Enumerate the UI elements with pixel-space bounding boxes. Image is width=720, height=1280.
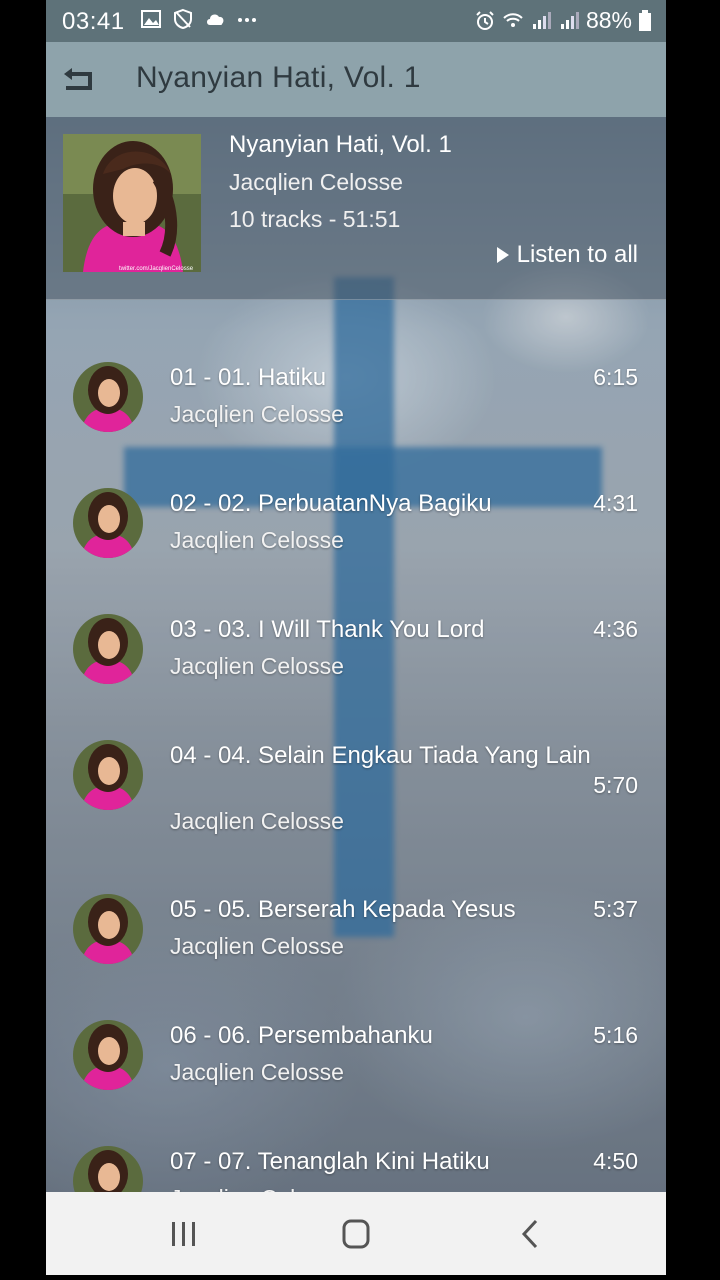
track-duration: 6:15 bbox=[593, 364, 638, 390]
phone-screen: 03:41 88% Nyanyian Hati, Vol. 1 twitter.… bbox=[46, 0, 666, 1275]
more-dots-icon bbox=[238, 18, 256, 22]
track-row[interactable]: 06 - 06. Persembahanku 5:16 Jacqlien Cel… bbox=[46, 1020, 666, 1130]
track-duration: 5:16 bbox=[593, 1022, 638, 1048]
track-artist: Jacqlien Celosse bbox=[170, 527, 344, 553]
track-row[interactable]: 04 - 04. Selain Engkau Tiada Yang Lain 5… bbox=[46, 740, 666, 880]
album-artist: Jacqlien Celosse bbox=[229, 169, 403, 195]
play-icon bbox=[496, 247, 509, 263]
signal-icon bbox=[560, 11, 579, 29]
track-duration: 5:37 bbox=[593, 896, 638, 922]
track-title: 05 - 05. Berserah Kepada Yesus bbox=[170, 896, 516, 923]
battery-icon bbox=[639, 9, 651, 31]
track-artist: Jacqlien Celosse bbox=[170, 653, 344, 679]
alarm-icon bbox=[476, 10, 494, 30]
track-row[interactable]: 02 - 02. PerbuatanNya Bagiku 4:31 Jacqli… bbox=[46, 488, 666, 598]
track-thumbnail bbox=[73, 894, 143, 964]
track-artist: Jacqlien Celosse bbox=[170, 401, 344, 427]
track-artist: Jacqlien Celosse bbox=[170, 1059, 344, 1085]
track-thumbnail bbox=[73, 1020, 143, 1090]
status-bar: 03:41 88% bbox=[46, 0, 666, 42]
system-nav-bar bbox=[46, 1192, 666, 1275]
recent-apps-icon[interactable] bbox=[164, 1216, 204, 1252]
album-title: Nyanyian Hati, Vol. 1 bbox=[229, 131, 452, 158]
status-system-icons: 88% bbox=[474, 7, 652, 34]
cover-watermark: twitter.com/JacqlienCelosse bbox=[119, 266, 194, 272]
home-icon[interactable] bbox=[336, 1216, 376, 1252]
listen-to-all-button[interactable]: Listen to all bbox=[496, 241, 638, 269]
track-thumbnail bbox=[73, 614, 143, 684]
listen-to-all-label: Listen to all bbox=[516, 241, 638, 268]
cloud-icon bbox=[207, 14, 224, 25]
track-title: 02 - 02. PerbuatanNya Bagiku bbox=[170, 490, 492, 517]
track-duration: 4:36 bbox=[593, 616, 638, 642]
track-title: 07 - 07. Tenanglah Kini Hatiku bbox=[170, 1148, 490, 1175]
track-title: 01 - 01. Hatiku bbox=[170, 364, 327, 391]
album-header: twitter.com/JacqlienCelosse Nyanyian Hat… bbox=[46, 117, 666, 300]
app-bar: Nyanyian Hati, Vol. 1 bbox=[46, 42, 666, 117]
page-title: Nyanyian Hati, Vol. 1 bbox=[136, 61, 421, 94]
back-icon[interactable] bbox=[510, 1216, 550, 1252]
track-thumbnail bbox=[73, 740, 143, 810]
track-duration: 4:50 bbox=[593, 1148, 638, 1174]
track-thumbnail bbox=[73, 362, 143, 432]
track-title: 06 - 06. Persembahanku bbox=[170, 1022, 433, 1049]
track-row[interactable]: 01 - 01. Hatiku 6:15 Jacqlien Celosse bbox=[46, 362, 666, 472]
status-notification-icons bbox=[140, 8, 258, 30]
signal-icon bbox=[532, 11, 551, 29]
back-arrow-icon[interactable] bbox=[58, 60, 98, 100]
album-content[interactable]: twitter.com/JacqlienCelosse Nyanyian Hat… bbox=[46, 117, 666, 1216]
album-track-count: 10 tracks - 51:51 bbox=[229, 206, 401, 232]
status-time: 03:41 bbox=[62, 8, 125, 35]
track-artist: Jacqlien Celosse bbox=[170, 933, 344, 959]
shield-icon bbox=[174, 8, 192, 30]
album-cover-photo: twitter.com/JacqlienCelosse bbox=[63, 134, 201, 272]
image-icon bbox=[141, 10, 161, 28]
track-duration: 5:70 bbox=[593, 772, 638, 798]
track-row[interactable]: 03 - 03. I Will Thank You Lord 4:36 Jacq… bbox=[46, 614, 666, 724]
track-title: 04 - 04. Selain Engkau Tiada Yang Lain bbox=[170, 742, 591, 769]
track-title: 03 - 03. I Will Thank You Lord bbox=[170, 616, 485, 643]
track-duration: 4:31 bbox=[593, 490, 638, 516]
track-thumbnail bbox=[73, 488, 143, 558]
wifi-icon bbox=[503, 12, 523, 27]
track-row[interactable]: 05 - 05. Berserah Kepada Yesus 5:37 Jacq… bbox=[46, 894, 666, 1004]
track-artist: Jacqlien Celosse bbox=[170, 808, 344, 834]
album-cover: twitter.com/JacqlienCelosse bbox=[63, 134, 201, 272]
battery-percent: 88% bbox=[585, 7, 632, 33]
